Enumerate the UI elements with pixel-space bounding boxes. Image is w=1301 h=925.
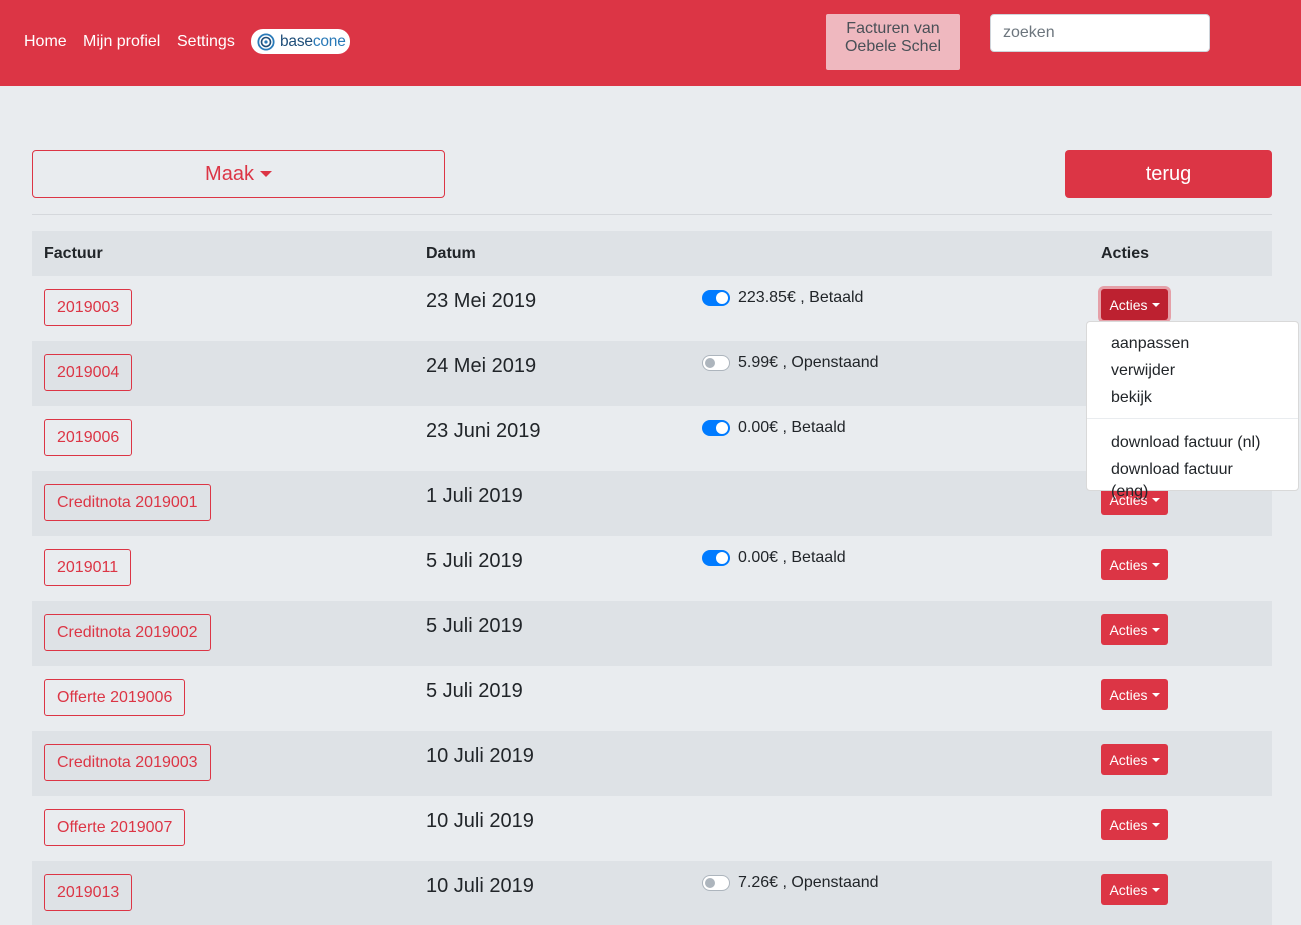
paid-toggle-switch[interactable]	[702, 290, 730, 306]
caret-down-icon	[1151, 497, 1160, 502]
payment-status-text: 0.00€ , Betaald	[738, 549, 846, 566]
acties-button[interactable]: Acties	[1101, 679, 1168, 710]
table-row: Offerte 2019007 10 Juli 2019 Acties	[32, 796, 1272, 861]
acties-label: Acties	[1109, 621, 1148, 638]
invoice-link[interactable]: 2019003	[44, 289, 133, 326]
acties-button[interactable]: Acties	[1101, 809, 1168, 840]
acties-button[interactable]: Acties	[1101, 874, 1168, 905]
payment-status: 7.26€ , Openstaand	[702, 874, 879, 892]
invoice-link[interactable]: Creditnota 2019001	[44, 484, 211, 521]
acties-label: Acties	[1109, 296, 1148, 313]
caret-down-icon	[1151, 627, 1160, 632]
invoice-link[interactable]: Offerte 2019007	[44, 809, 186, 846]
table-header: Factuur Datum Acties	[32, 231, 1272, 276]
invoice-link[interactable]: Offerte 2019006	[44, 679, 186, 716]
caret-down-icon	[1151, 822, 1160, 827]
invoice-date: 24 Mei 2019	[426, 355, 537, 377]
acties-button[interactable]: Acties	[1101, 614, 1168, 645]
acties-label: Acties	[1109, 556, 1148, 573]
acties-button[interactable]: Acties	[1101, 744, 1168, 775]
invoice-date: 1 Juli 2019	[426, 485, 523, 507]
invoice-date: 5 Juli 2019	[426, 615, 523, 637]
acties-button[interactable]: Acties	[1101, 289, 1168, 320]
invoice-date: 10 Juli 2019	[426, 875, 534, 897]
menu-item-aanpassen[interactable]: aanpassen	[1087, 333, 1298, 360]
invoice-link[interactable]: 2019006	[44, 419, 133, 456]
owner-line-2: Oebele Schel	[844, 38, 942, 55]
acties-dropdown-menu: aanpassen verwijder bekijk download fact…	[1086, 321, 1299, 500]
caret-down-icon	[1151, 302, 1160, 307]
caret-down-icon	[259, 171, 272, 177]
invoice-link[interactable]: 2019004	[44, 354, 133, 391]
table-row: Creditnota 2019002 5 Juli 2019 Acties	[32, 601, 1272, 666]
payment-status: 0.00€ , Betaald	[702, 419, 846, 437]
invoice-link[interactable]: Creditnota 2019002	[44, 614, 211, 651]
maak-dropdown-button[interactable]: Maak	[32, 150, 445, 198]
invoice-date: 10 Juli 2019	[426, 810, 534, 832]
terug-button[interactable]: terug	[1065, 150, 1272, 198]
paid-toggle-switch[interactable]	[702, 420, 730, 436]
header-date: Datum	[426, 245, 476, 262]
acties-label: Acties	[1109, 686, 1148, 703]
header-actions: Acties	[1101, 245, 1150, 262]
nav-profile-link[interactable]: Mijn profiel	[83, 33, 160, 51]
search-input[interactable]	[990, 14, 1210, 52]
invoice-link[interactable]: Creditnota 2019003	[44, 744, 211, 781]
logo-text: basecone	[280, 32, 346, 50]
divider	[32, 214, 1272, 215]
nav-home-link[interactable]: Home	[24, 33, 67, 51]
payment-status-text: 223.85€ , Betaald	[738, 289, 864, 306]
table-row: Offerte 2019006 5 Juli 2019 Acties	[32, 666, 1272, 731]
payment-status-text: 7.26€ , Openstaand	[738, 874, 879, 891]
invoice-date: 5 Juli 2019	[426, 550, 523, 572]
menu-item-download-nl[interactable]: download factuur (nl)	[1087, 432, 1298, 459]
payment-status-text: 5.99€ , Openstaand	[738, 354, 879, 371]
owner-badge: Facturen van Oebele Schel	[826, 14, 960, 70]
acties-label: Acties	[1109, 816, 1148, 833]
top-navbar: Home Mijn profiel Settings basecone Fact…	[0, 0, 1301, 86]
invoice-link[interactable]: 2019011	[44, 549, 132, 586]
maak-label: Maak	[205, 162, 254, 185]
header-invoice: Factuur	[44, 245, 103, 262]
table-row: Creditnota 2019003 10 Juli 2019 Acties	[32, 731, 1272, 796]
acties-button[interactable]: Acties	[1101, 549, 1168, 580]
paid-toggle-switch[interactable]	[702, 550, 730, 566]
invoice-link[interactable]: 2019013	[44, 874, 133, 911]
paid-toggle-switch[interactable]	[702, 875, 730, 891]
owner-line-1: Facturen van	[846, 20, 940, 37]
acties-label: Acties	[1109, 751, 1148, 768]
menu-item-bekijk[interactable]: bekijk	[1087, 387, 1298, 414]
invoice-date: 5 Juli 2019	[426, 680, 523, 702]
invoice-date: 10 Juli 2019	[426, 745, 534, 767]
acties-label: Acties	[1109, 881, 1148, 898]
caret-down-icon	[1151, 692, 1160, 697]
menu-item-download-eng[interactable]: download factuur (eng)	[1087, 459, 1298, 500]
payment-status: 5.99€ , Openstaand	[702, 354, 879, 372]
paid-toggle-switch[interactable]	[702, 355, 730, 371]
table-row: 2019013 10 Juli 2019 7.26€ , Openstaand Act…	[32, 861, 1272, 925]
nav-settings-link[interactable]: Settings	[177, 33, 235, 51]
basecone-logo[interactable]: basecone	[251, 29, 350, 54]
caret-down-icon	[1151, 757, 1160, 762]
caret-down-icon	[1151, 887, 1160, 892]
payment-status: 223.85€ , Betaald	[702, 289, 863, 307]
menu-divider	[1087, 418, 1298, 419]
caret-down-icon	[1151, 562, 1160, 567]
payment-status-text: 0.00€ , Betaald	[738, 419, 846, 436]
menu-item-verwijder[interactable]: verwijder	[1087, 360, 1298, 387]
basecone-swirl-icon	[257, 32, 275, 51]
invoice-date: 23 Mei 2019	[426, 290, 537, 312]
table-row: 2019011 5 Juli 2019 0.00€ , Betaald Acties	[32, 536, 1272, 601]
invoice-date: 23 Juni 2019	[426, 420, 541, 442]
payment-status: 0.00€ , Betaald	[702, 549, 846, 567]
